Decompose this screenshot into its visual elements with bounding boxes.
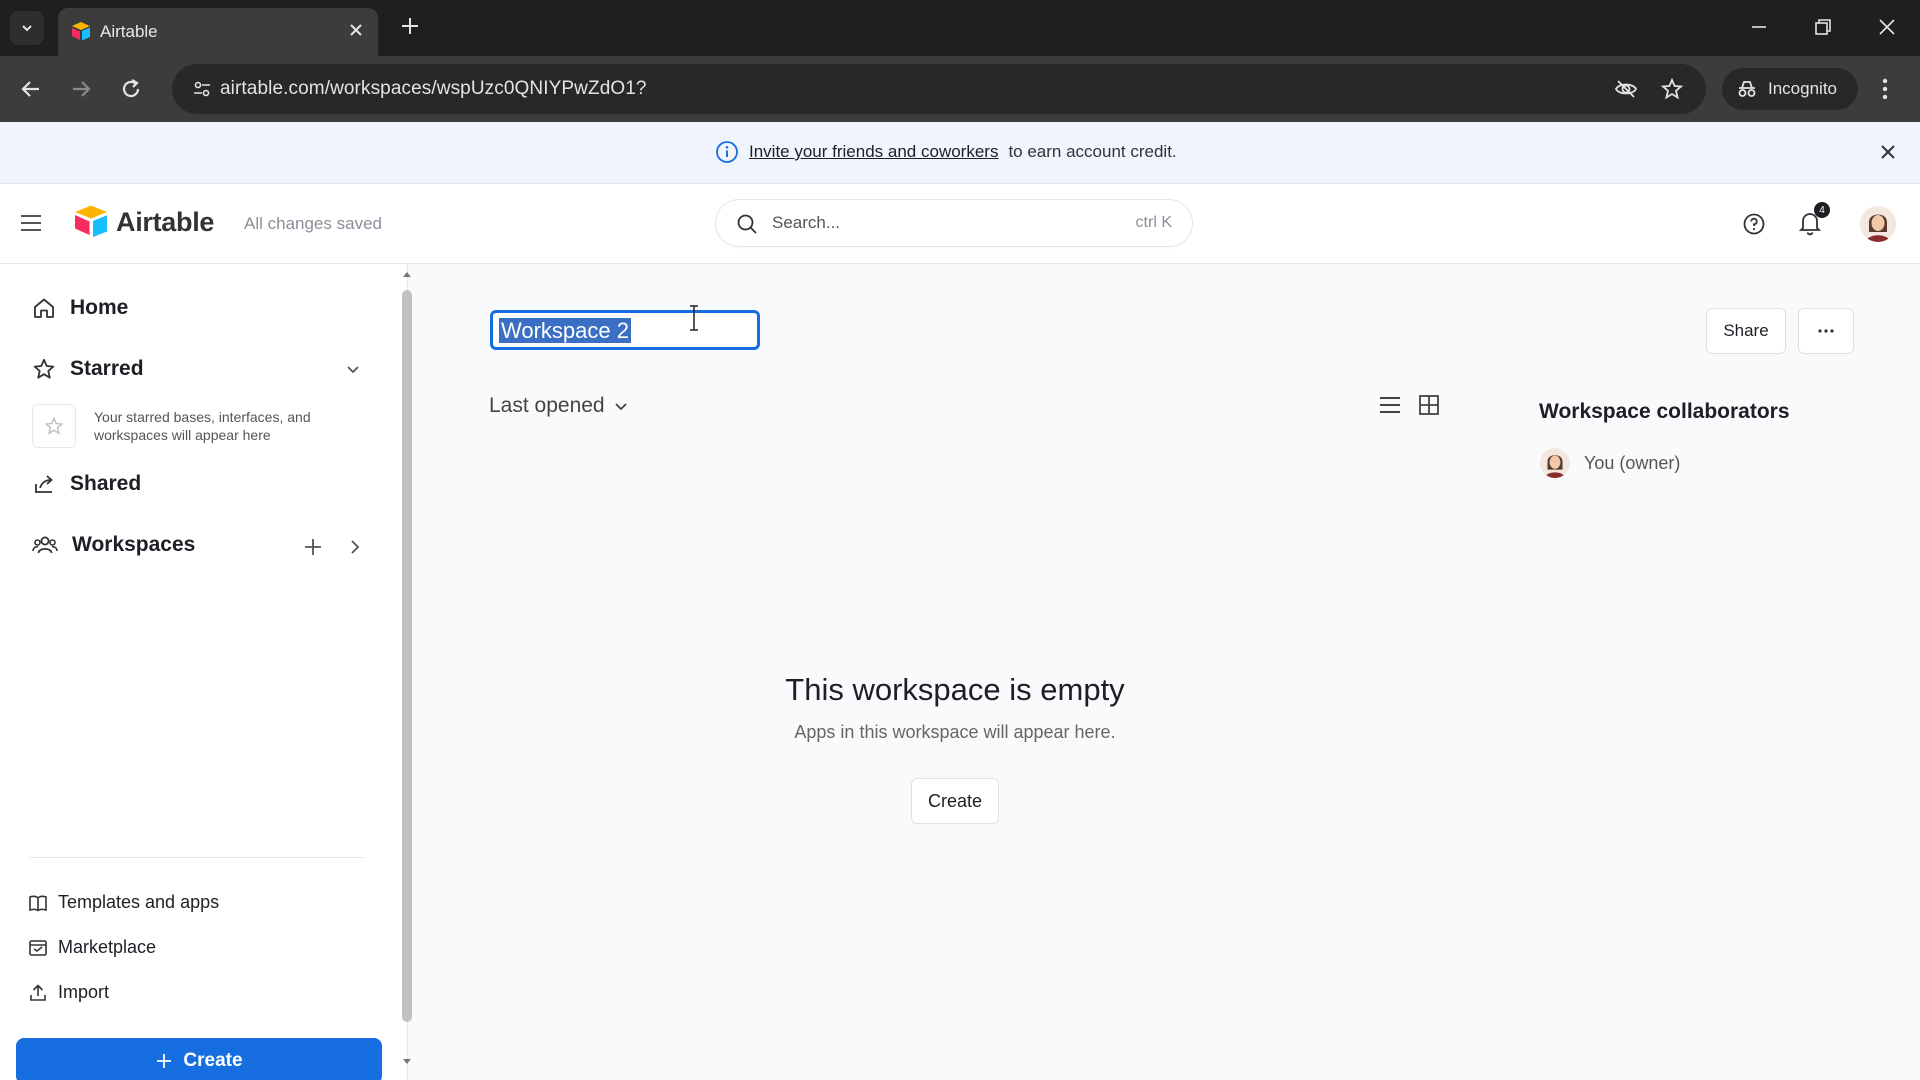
share-button[interactable]: Share	[1706, 308, 1786, 354]
empty-state-title: This workspace is empty	[785, 672, 1125, 707]
book-icon	[29, 895, 47, 911]
chevron-down-icon	[614, 403, 627, 411]
chevron-down-icon[interactable]	[344, 360, 362, 378]
scroll-up-arrow-icon[interactable]	[402, 270, 412, 278]
more-options-button[interactable]	[1798, 308, 1854, 354]
star-icon	[33, 358, 55, 379]
collaborator-name: You (owner)	[1584, 452, 1681, 473]
sidebar-item-workspaces[interactable]: Workspaces	[32, 533, 195, 557]
sidebar-item-templates[interactable]: Templates and apps	[28, 892, 219, 913]
text-cursor-icon	[690, 305, 698, 331]
incognito-label: Incognito	[1768, 79, 1837, 98]
browser-menu-icon[interactable]	[1880, 76, 1890, 102]
reload-icon[interactable]	[118, 76, 144, 102]
forward-icon[interactable]	[68, 76, 94, 102]
empty-state-subtitle: Apps in this workspace will appear here.	[794, 722, 1116, 742]
scroll-down-arrow-icon[interactable]	[402, 1058, 412, 1066]
browser-tabbar: Airtable	[0, 0, 1920, 56]
home-icon	[34, 298, 54, 318]
notifications-button[interactable]: 4	[1798, 202, 1830, 236]
sidebar-item-label: Starred	[70, 357, 144, 380]
more-horizontal-icon	[1818, 329, 1834, 333]
avatar[interactable]	[1860, 206, 1896, 242]
workspace-name-input[interactable]: Workspace 2	[490, 310, 760, 350]
help-icon[interactable]	[1742, 212, 1766, 236]
url-text: airtable.com/workspaces/wspUzc0QNIYPwZdO…	[220, 78, 647, 99]
user-avatar-icon	[1545, 455, 1565, 478]
invite-link[interactable]: Invite your friends and coworkers	[749, 142, 998, 162]
save-status: All changes saved	[244, 214, 382, 233]
restore-icon[interactable]	[1812, 16, 1834, 38]
create-button[interactable]: Create	[16, 1038, 382, 1080]
sort-dropdown[interactable]: Last opened	[489, 394, 629, 418]
sidebar-item-marketplace[interactable]: Marketplace	[28, 937, 156, 958]
user-avatar-icon	[1866, 214, 1890, 242]
hamburger-menu-icon[interactable]	[20, 214, 42, 232]
sidebar-item-label: Marketplace	[58, 937, 157, 957]
close-icon[interactable]	[346, 20, 366, 40]
collaborators-title: Workspace collaborators	[1539, 400, 1790, 423]
users-icon	[32, 536, 58, 554]
starred-hint: Your starred bases, interfaces, and work…	[94, 409, 311, 443]
address-bar[interactable]: airtable.com/workspaces/wspUzc0QNIYPwZdO…	[172, 64, 1706, 114]
sidebar-item-import[interactable]: Import	[28, 982, 109, 1003]
eye-slash-icon[interactable]	[1614, 77, 1638, 101]
sidebar-item-label: Home	[70, 296, 129, 319]
chevron-right-icon[interactable]	[346, 537, 364, 557]
upload-icon	[30, 983, 46, 1001]
browser-toolbar: airtable.com/workspaces/wspUzc0QNIYPwZdO…	[0, 56, 1920, 122]
new-tab-icon[interactable]	[398, 14, 422, 38]
search-placeholder: Search...	[772, 213, 841, 232]
create-button-label: Create	[183, 1050, 243, 1071]
workspace-name-selected-text: Workspace 2	[499, 318, 631, 343]
empty-create-button[interactable]: Create	[911, 778, 999, 824]
plus-icon	[157, 1054, 172, 1068]
banner-text: to earn account credit.	[1008, 142, 1177, 161]
starred-empty-state: Your starred bases, interfaces, and work…	[32, 404, 334, 448]
grid-view-icon[interactable]	[1418, 394, 1440, 416]
app-header: Airtable All changes saved Search... ctr…	[0, 184, 1920, 264]
site-settings-icon[interactable]	[192, 79, 212, 99]
chevron-down-icon	[22, 25, 32, 32]
incognito-indicator[interactable]: Incognito	[1722, 68, 1858, 110]
window-close-icon[interactable]	[1876, 16, 1898, 38]
plus-icon[interactable]	[302, 536, 324, 558]
search-shortcut: ctrl K	[1135, 214, 1172, 231]
search-icon	[737, 214, 757, 234]
tab-title: Airtable	[100, 22, 158, 41]
sidebar-item-label: Shared	[70, 472, 142, 495]
sidebar-item-label: Import	[58, 982, 110, 1002]
bookmark-star-icon[interactable]	[1660, 77, 1684, 101]
close-icon[interactable]	[1878, 142, 1898, 162]
sort-label: Last opened	[489, 394, 605, 417]
invite-banner: Invite your friends and coworkers to ear…	[0, 122, 1920, 184]
brand-name: Airtable	[116, 207, 215, 237]
info-icon	[716, 141, 738, 163]
sidebar-item-home[interactable]: Home	[32, 296, 128, 320]
list-view-icon[interactable]	[1378, 394, 1402, 416]
marketplace-icon	[29, 939, 47, 956]
sidebar-item-shared[interactable]: Shared	[32, 472, 141, 496]
back-icon[interactable]	[18, 76, 44, 102]
incognito-icon	[1738, 81, 1756, 97]
notification-badge: 4	[1814, 202, 1830, 218]
search-input[interactable]: Search... ctrl K	[716, 200, 1192, 246]
star-icon	[44, 416, 64, 435]
airtable-logo[interactable]	[72, 204, 110, 238]
browser-tab[interactable]: Airtable	[58, 8, 378, 56]
sidebar-item-label: Workspaces	[72, 533, 196, 556]
sidebar-scrollbar[interactable]	[402, 290, 412, 1022]
airtable-favicon-icon	[72, 22, 90, 41]
tab-search-button[interactable]	[10, 11, 44, 45]
collaborator-row: You (owner)	[1540, 448, 1680, 478]
sidebar-item-starred[interactable]: Starred	[32, 357, 144, 381]
share-icon	[35, 475, 53, 493]
sidebar-item-label: Templates and apps	[58, 892, 220, 912]
minimize-icon[interactable]	[1748, 16, 1770, 38]
star-placeholder	[32, 404, 76, 448]
avatar	[1540, 448, 1570, 478]
sidebar-divider	[30, 857, 364, 858]
